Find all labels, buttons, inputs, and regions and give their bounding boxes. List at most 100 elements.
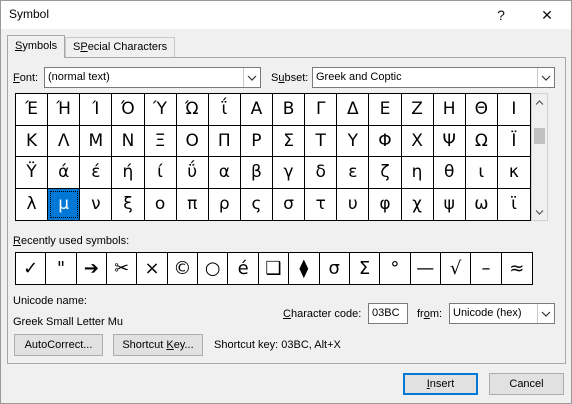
recent-symbol-cell[interactable]: √ <box>441 253 472 284</box>
symbol-cell[interactable]: Ω <box>465 125 498 157</box>
symbol-cell[interactable]: κ <box>497 157 530 189</box>
symbol-cell[interactable]: Η <box>433 94 466 126</box>
symbol-cell[interactable]: Ϊ <box>497 126 530 157</box>
symbol-cell[interactable]: Τ <box>305 125 338 157</box>
scrollbar-thumb[interactable] <box>534 128 545 144</box>
symbol-cell[interactable]: φ <box>369 188 402 220</box>
symbol-cell[interactable]: Χ <box>401 125 434 157</box>
symbol-cell[interactable]: υ <box>337 188 370 220</box>
chevron-down-icon[interactable] <box>243 68 260 87</box>
recent-symbol-cell[interactable]: " <box>46 253 77 284</box>
symbol-cell[interactable]: Ϋ <box>16 157 49 189</box>
symbol-cell[interactable]: Φ <box>369 125 402 157</box>
symbol-cell[interactable]: χ <box>402 188 434 220</box>
recent-symbol-cell[interactable]: ➔ <box>77 253 108 284</box>
symbol-cell[interactable]: Β <box>273 94 306 126</box>
recent-symbol-cell[interactable]: ⧫ <box>289 253 320 284</box>
symbol-cell[interactable]: ά <box>48 157 81 189</box>
recent-symbol-cell[interactable]: ≈ <box>502 253 532 284</box>
recent-symbol-cell[interactable]: é <box>228 253 259 284</box>
insert-button[interactable]: Insert <box>403 373 478 395</box>
tab-special-characters[interactable]: SPecial Characters <box>65 37 176 57</box>
symbol-cell[interactable]: ε <box>337 157 370 189</box>
symbol-cell[interactable]: Λ <box>48 125 81 157</box>
chevron-down-icon[interactable] <box>537 304 554 323</box>
symbol-cell[interactable]: θ <box>433 157 466 189</box>
symbol-cell[interactable]: ή <box>112 157 145 189</box>
symbol-cell[interactable]: Ύ <box>144 94 177 126</box>
symbol-cell[interactable]: ο <box>145 188 177 220</box>
symbol-cell[interactable]: σ <box>273 188 306 220</box>
symbol-cell[interactable]: Ε <box>369 94 402 126</box>
symbol-cell[interactable]: Ί <box>80 94 113 126</box>
symbol-cell-selected[interactable]: μ <box>48 188 81 220</box>
symbol-cell[interactable]: η <box>401 157 434 189</box>
symbol-cell[interactable]: Υ <box>337 125 370 157</box>
chevron-down-icon[interactable] <box>537 68 554 87</box>
symbol-cell[interactable]: Γ <box>305 94 338 126</box>
symbol-cell[interactable]: Ι <box>497 94 530 126</box>
symbol-cell[interactable]: Δ <box>337 94 370 126</box>
symbol-cell[interactable]: Ζ <box>401 94 434 126</box>
recent-symbol-cell[interactable]: σ <box>320 253 350 284</box>
recent-symbol-cell[interactable]: ° <box>380 253 411 284</box>
from-select[interactable]: Unicode (hex) <box>449 303 555 324</box>
font-select[interactable]: (normal text) <box>44 67 261 88</box>
symbol-cell[interactable]: Ό <box>112 94 145 126</box>
symbol-cell[interactable]: Π <box>208 125 241 157</box>
cancel-button[interactable]: Cancel <box>489 373 564 395</box>
symbol-cell[interactable]: ψ <box>434 188 466 220</box>
recent-symbol-cell[interactable]: × <box>137 253 168 284</box>
symbol-cell[interactable]: π <box>177 188 209 220</box>
tab-symbols[interactable]: Symbols <box>7 35 66 58</box>
recent-symbol-cell[interactable]: ○ <box>198 253 229 284</box>
scroll-down-icon[interactable] <box>532 204 547 220</box>
symbol-cell[interactable]: ΐ <box>208 94 241 126</box>
symbol-cell[interactable]: ι <box>465 157 498 189</box>
recent-symbol-cell[interactable]: — <box>411 253 441 284</box>
symbol-cell[interactable]: ί <box>144 157 177 189</box>
symbol-cell[interactable]: Ψ <box>433 125 466 157</box>
symbol-cell[interactable]: Ο <box>176 125 209 157</box>
symbol-cell[interactable]: Ώ <box>176 94 209 126</box>
symbol-grid[interactable]: ΈΉΊΌΎΏΐΑΒΓΔΕΖΗΘΙ ΚΛΜΝΞΟΠΡΣΤΥΦΧΨΩΪ Ϋάέήίΰαβ… <box>15 93 531 221</box>
symbol-cell[interactable]: τ <box>305 188 338 220</box>
symbol-cell[interactable]: ξ <box>112 188 145 220</box>
help-button[interactable]: ? <box>481 1 521 29</box>
symbol-cell[interactable]: γ <box>273 157 306 189</box>
symbol-cell[interactable]: Μ <box>80 125 113 157</box>
recent-symbol-cell[interactable]: ✓ <box>16 253 47 284</box>
symbol-cell[interactable]: Ξ <box>144 125 177 157</box>
symbol-cell[interactable]: Ή <box>48 94 81 126</box>
recent-symbol-cell[interactable]: ✂ <box>107 253 138 284</box>
symbol-grid-scrollbar[interactable] <box>531 93 548 221</box>
shortcut-key-button[interactable]: Shortcut Key... <box>113 334 203 356</box>
symbol-cell[interactable]: ϊ <box>498 189 530 221</box>
symbol-cell[interactable]: Α <box>240 94 273 126</box>
recent-symbol-cell[interactable]: – <box>471 253 502 284</box>
symbol-cell[interactable]: Σ <box>273 125 306 157</box>
symbol-cell[interactable]: ζ <box>369 157 402 189</box>
symbol-cell[interactable]: Θ <box>465 94 498 126</box>
recent-symbol-cell[interactable]: ❑ <box>259 253 290 284</box>
symbol-cell[interactable]: ν <box>80 188 113 220</box>
recent-symbol-cell[interactable]: Σ <box>350 253 381 284</box>
symbol-cell[interactable]: β <box>240 157 273 189</box>
symbol-cell[interactable]: Έ <box>16 94 49 126</box>
recent-symbol-cell[interactable]: © <box>168 253 199 284</box>
symbol-cell[interactable]: Κ <box>16 125 49 157</box>
symbol-cell[interactable]: ΰ <box>176 157 209 189</box>
symbol-cell[interactable]: Ρ <box>240 125 273 157</box>
symbol-cell[interactable]: Ν <box>112 125 145 157</box>
recent-symbols[interactable]: ✓ " ➔ ✂ × © ○ é ❑ ⧫ σ Σ ° — √ – ≈ <box>15 252 533 285</box>
symbol-cell[interactable]: α <box>208 157 241 189</box>
character-code-input[interactable]: 03BC <box>368 303 408 324</box>
scroll-up-icon[interactable] <box>532 94 547 110</box>
symbol-cell[interactable]: ς <box>241 188 273 220</box>
autocorrect-button[interactable]: AutoCorrect... <box>14 334 103 356</box>
symbol-cell[interactable]: δ <box>305 157 338 189</box>
symbol-cell[interactable]: ρ <box>209 188 241 220</box>
close-button[interactable]: ✕ <box>527 1 567 29</box>
symbol-cell[interactable]: έ <box>80 157 113 189</box>
subset-select[interactable]: Greek and Coptic <box>312 67 555 88</box>
